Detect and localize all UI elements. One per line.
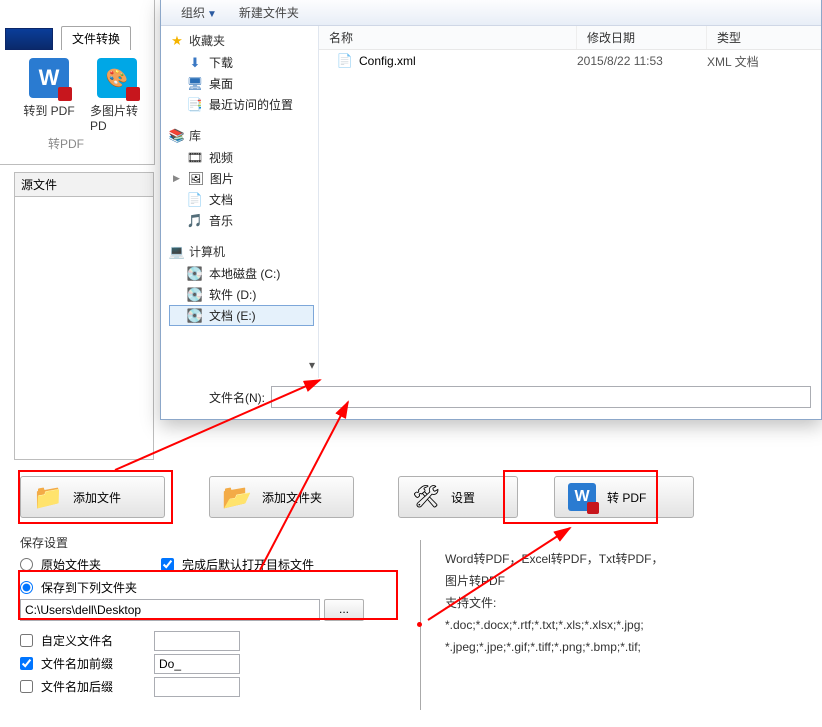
filename-label: 文件名(N): [161,389,271,406]
col-name[interactable]: 名称 [319,26,577,49]
nav-music[interactable]: 🎵音乐 [169,210,314,231]
nav-desktop[interactable]: 🖥桌面 [169,73,314,94]
organize-menu[interactable]: 组织▼ [181,4,217,21]
file-row[interactable]: 📄Config.xml 2015/8/22 11:53 XML 文档 [319,50,821,72]
nav-drive-c[interactable]: 💽本地磁盘 (C:) [169,263,314,284]
to-pdf-label: 转到 PDF [23,102,74,119]
app-menu-button[interactable] [5,28,53,50]
scroll-down-icon[interactable]: ▾ [309,358,315,372]
save-settings-header: 保存设置 [20,534,420,551]
nav-drive-e[interactable]: 💽文档 (E:) [169,305,314,326]
checkbox-open-after[interactable]: 完成后默认打开目标文件 [161,556,314,573]
section-label: 转PDF [0,133,154,152]
nav-favorites-header[interactable]: ★收藏夹 [169,32,314,49]
tools-icon: 🛠 [411,482,441,512]
to-pdf-button[interactable]: W 转到 PDF [22,58,76,133]
checkbox-suffix[interactable]: 文件名加后缀 [20,678,140,695]
filename-input[interactable] [271,386,811,408]
source-files-header: 源文件 [15,173,153,197]
nav-libraries-header[interactable]: 📚库 [169,127,314,144]
checkbox-custom-name[interactable]: 自定义文件名 [20,632,140,649]
convert-pdf-button[interactable]: W 转 PDF [554,476,694,518]
star-icon: ★ [169,33,185,49]
pdf-badge-icon [58,87,72,101]
multi-image-label: 多图片转PD [90,102,144,133]
computer-icon: 💻 [169,244,185,260]
nav-pane: ★收藏夹 ⬇下载 🖥桌面 📑最近访问的位置 📚库 🎞视频 ▶🖼图片 📄文档 🎵音… [161,26,319,378]
document-icon: 📄 [187,192,203,208]
nav-videos[interactable]: 🎞视频 [169,147,314,168]
col-type[interactable]: 类型 [707,26,817,49]
suffix-input[interactable] [154,677,240,697]
music-icon: 🎵 [187,213,203,229]
pdf-badge-icon [126,87,140,101]
picture-icon: 🖼 [188,171,204,187]
drive-icon: 💽 [187,308,203,324]
custom-name-input[interactable] [154,631,240,651]
drive-icon: 💽 [187,287,203,303]
xml-file-icon: 📄 [337,53,353,69]
col-date[interactable]: 修改日期 [577,26,707,49]
recent-icon: 📑 [187,97,203,113]
info-text: Word转PDF，Excel转PDF，Txt转PDF， 图片转PDF 支持文件:… [445,548,805,658]
desktop-icon: 🖥 [187,76,203,92]
radio-original-folder[interactable]: 原始文件夹 [20,556,101,573]
radio-save-to-folder[interactable]: 保存到下列文件夹 [20,579,420,596]
library-icon: 📚 [169,128,185,144]
add-file-button[interactable]: 📁 添加文件 [20,476,165,518]
top-strip: 文件转换 W 转到 PDF 🎨 多图片转PD 转PDF [0,0,155,165]
red-dot-marker [417,622,422,627]
nav-drive-d[interactable]: 💽软件 (D:) [169,284,314,305]
chevron-down-icon: ▼ [207,9,217,20]
nav-documents[interactable]: 📄文档 [169,189,314,210]
drive-icon: 💽 [187,266,203,282]
save-settings-panel: 保存设置 原始文件夹 完成后默认打开目标文件 保存到下列文件夹 ... 自定义文… [20,530,420,698]
download-icon: ⬇ [187,55,203,71]
source-files-panel: 源文件 [14,172,154,460]
new-folder-button[interactable]: 新建文件夹 [239,4,299,21]
tab-file-convert[interactable]: 文件转换 [61,26,131,50]
folder-icon: 📂 [222,482,252,512]
file-open-dialog: 组织▼ 新建文件夹 ★收藏夹 ⬇下载 🖥桌面 📑最近访问的位置 📚库 🎞视频 ▶… [160,0,822,420]
word-pdf-icon: W [567,482,597,512]
expand-arrow-icon[interactable]: ▶ [173,173,180,184]
checkbox-prefix[interactable]: 文件名加前缀 [20,655,140,672]
nav-downloads[interactable]: ⬇下载 [169,52,314,73]
nav-pictures[interactable]: ▶🖼图片 [169,168,314,189]
nav-computer-header[interactable]: 💻计算机 [169,243,314,260]
save-path-input[interactable] [20,599,320,621]
column-headers: 名称 修改日期 类型 [319,26,821,50]
prefix-input[interactable] [154,654,240,674]
settings-button[interactable]: 🛠 设置 [398,476,518,518]
multi-image-pdf-button[interactable]: 🎨 多图片转PD [90,58,144,133]
add-folder-button[interactable]: 📂 添加文件夹 [209,476,354,518]
video-icon: 🎞 [187,150,203,166]
nav-recent[interactable]: 📑最近访问的位置 [169,94,314,115]
browse-button[interactable]: ... [324,599,364,621]
folder-add-icon: 📁 [33,482,63,512]
